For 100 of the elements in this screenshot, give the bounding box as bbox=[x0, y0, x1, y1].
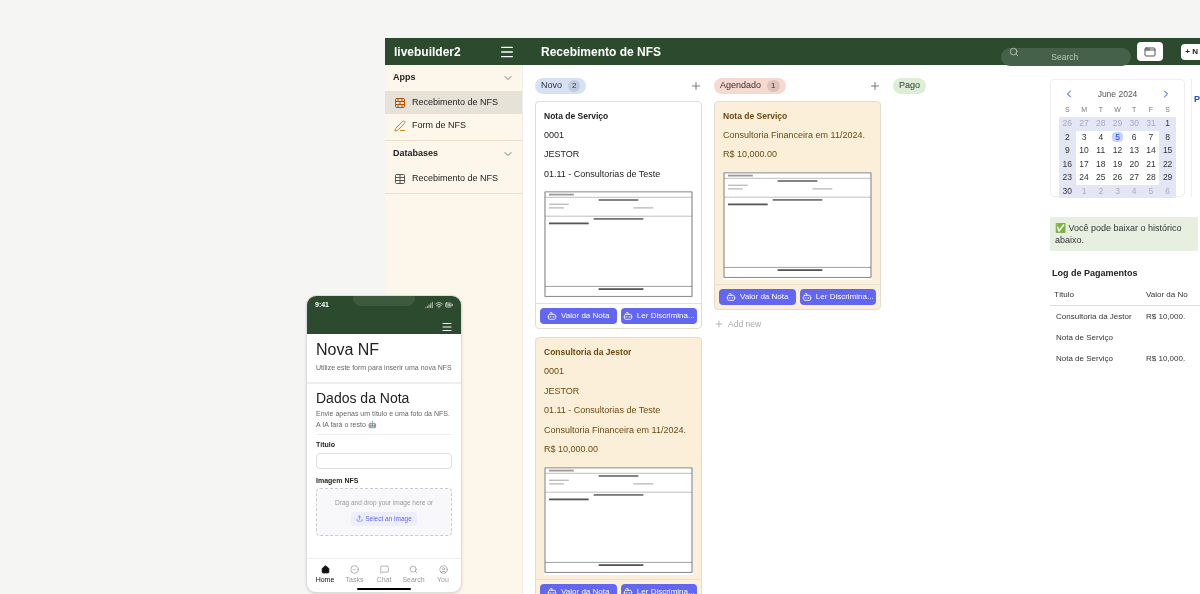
card-field: 01.11 - Consultorias de Teste bbox=[544, 404, 693, 418]
card-field: Consultoria Financeira em 11/2024. bbox=[723, 128, 872, 143]
month-label: June 2024 bbox=[1097, 88, 1138, 101]
ai-action-button[interactable]: Ler Discrimina... bbox=[620, 308, 697, 325]
kanban-card[interactable]: Consultoria da Jestor 0001 JESTOR 01.11 - Consultorias de Teste Consultoria Financeira em 11/2024. R$ 10,000.00 Valor da Nota Ler Discrimina... bbox=[535, 337, 702, 594]
bricks-icon bbox=[394, 96, 406, 109]
calendar-day[interactable]: 23 bbox=[1059, 171, 1076, 185]
input-field[interactable] bbox=[316, 452, 452, 469]
card-field: R$ 10,000.00 bbox=[723, 148, 872, 162]
search-icon bbox=[1009, 46, 1020, 57]
column-tag: Novo 2 bbox=[535, 78, 587, 94]
section-header: Apps bbox=[393, 71, 416, 85]
card-field: R$ 10,000.00 bbox=[544, 443, 693, 457]
window-icon bbox=[1144, 45, 1157, 58]
calendar-day[interactable]: 26 bbox=[1109, 171, 1126, 185]
calendar-day[interactable]: 15 bbox=[1159, 144, 1176, 158]
column-tag: Pago bbox=[893, 78, 927, 94]
card-field: Consultoria Financeira em 11/2024. bbox=[544, 423, 693, 437]
add-icon[interactable] bbox=[869, 80, 881, 92]
calendar-day[interactable]: 25 bbox=[1092, 171, 1110, 185]
ai-action-button[interactable]: Ler Discrimina... bbox=[620, 583, 697, 594]
section-title: Dados da Nota bbox=[316, 389, 411, 407]
view-toggle-button[interactable] bbox=[1137, 42, 1164, 61]
calendar-day[interactable]: 18 bbox=[1092, 157, 1110, 172]
ai-action-button[interactable]: Valor da Nota bbox=[719, 288, 796, 305]
calendar-day[interactable]: 14 bbox=[1142, 144, 1160, 158]
robot-icon bbox=[622, 586, 633, 594]
count-badge: 2 bbox=[568, 80, 581, 92]
panel-label: P bbox=[1194, 94, 1200, 104]
app-name: livebuilder2 bbox=[394, 43, 461, 61]
calendar-day[interactable]: 13 bbox=[1125, 144, 1143, 158]
calendar-day[interactable]: 6 bbox=[1125, 130, 1143, 145]
kanban-card[interactable]: Nota de Serviço Consultoria Financeira em 11/2024. R$ 10,000.00 Valor da Nota Ler Discrimina... bbox=[714, 101, 881, 310]
column-tag: Agendado 1 bbox=[714, 78, 786, 94]
calendar-day[interactable]: 12 bbox=[1109, 144, 1126, 158]
calendar-day[interactable]: 10 bbox=[1075, 144, 1093, 158]
robot-icon bbox=[801, 291, 812, 302]
search-icon bbox=[409, 564, 418, 574]
card-title: Nota de Serviço bbox=[723, 110, 789, 123]
calendar-day[interactable]: 11 bbox=[1092, 144, 1110, 158]
calendar-day[interactable]: 24 bbox=[1075, 171, 1093, 185]
upload-icon bbox=[356, 515, 364, 523]
phone-notch bbox=[353, 296, 415, 306]
calendar-day[interactable]: 27 bbox=[1125, 171, 1143, 185]
table-cell: R$ 10,000. bbox=[1146, 353, 1186, 365]
card-field: 0001 bbox=[544, 128, 693, 143]
pencil-icon bbox=[394, 119, 406, 132]
wifi-icon bbox=[435, 301, 443, 310]
card-field: 0001 bbox=[544, 365, 693, 379]
home-icon bbox=[320, 564, 330, 574]
calendar-day[interactable]: 1 bbox=[1159, 117, 1176, 131]
check-circle-icon bbox=[350, 564, 359, 574]
calendar-day[interactable]: 19 bbox=[1109, 157, 1126, 172]
signal-icon bbox=[425, 301, 433, 310]
kanban-card[interactable]: Nota de Serviço 0001 JESTOR 01.11 - Consultorias de Teste Valor da Nota Ler Discrimina... bbox=[535, 101, 702, 330]
robot-icon bbox=[547, 586, 558, 594]
robot-icon bbox=[622, 311, 633, 322]
user-icon bbox=[438, 564, 448, 574]
table-cell-text: Nota de Serviço bbox=[1055, 353, 1114, 365]
chat-icon bbox=[379, 564, 389, 574]
add-icon[interactable] bbox=[714, 319, 724, 330]
section-header: Databases bbox=[393, 147, 439, 161]
battery-icon bbox=[445, 301, 453, 310]
table-icon bbox=[394, 172, 406, 185]
calendar-day[interactable]: 29 bbox=[1159, 171, 1176, 185]
card-title: Nota de Serviço bbox=[544, 110, 610, 123]
card-field: JESTOR bbox=[544, 384, 693, 398]
table-cell-text: Consultoria da Jestor bbox=[1055, 311, 1133, 323]
column-header: Valor da No bbox=[1146, 288, 1188, 301]
calendar-day[interactable]: 17 bbox=[1075, 157, 1093, 172]
robot-icon bbox=[547, 311, 558, 322]
form-title: Nova NF bbox=[316, 340, 381, 360]
calendar-day[interactable]: 3 bbox=[1075, 130, 1093, 145]
page-title: Recebimento de NFS bbox=[541, 43, 663, 61]
success-notice: ✅ Você pode baixar o histórico abaixo. bbox=[1050, 217, 1198, 251]
calendar-day[interactable]: 7 bbox=[1142, 130, 1160, 145]
card-field: 01.11 - Consultorias de Teste bbox=[544, 167, 693, 182]
ai-action-button[interactable]: Valor da Nota bbox=[540, 308, 617, 325]
sidebar-item[interactable]: Recebimento de NFS bbox=[385, 167, 522, 190]
sidebar-item[interactable]: Recebimento de NFS bbox=[385, 91, 522, 114]
sidebar-item[interactable]: Form de NFS bbox=[385, 114, 522, 137]
count-badge: 1 bbox=[767, 80, 780, 92]
menu-icon[interactable] bbox=[441, 320, 453, 333]
robot-icon bbox=[726, 291, 737, 302]
table-cell: R$ 10,000. bbox=[1146, 311, 1186, 323]
log-title: Log de Pagamentos bbox=[1051, 267, 1139, 280]
table-cell-text: Nota de Serviço bbox=[1055, 332, 1114, 344]
new-button[interactable]: + N bbox=[1181, 43, 1200, 60]
add-icon[interactable] bbox=[690, 80, 702, 92]
card-field: JESTOR bbox=[544, 148, 693, 162]
column-header: Título bbox=[1053, 288, 1075, 301]
calendar-day[interactable]: 21 bbox=[1142, 157, 1160, 172]
calendar-day[interactable]: 4 bbox=[1092, 130, 1110, 145]
calendar-day[interactable]: 28 bbox=[1142, 171, 1160, 185]
search-field[interactable]: Search bbox=[1001, 47, 1132, 66]
calendar-day[interactable]: 5 bbox=[1109, 130, 1126, 145]
calendar-day[interactable]: 20 bbox=[1125, 157, 1143, 172]
calendar-day[interactable]: 9 bbox=[1059, 144, 1076, 158]
ai-action-button[interactable]: Ler Discrimina... bbox=[799, 288, 876, 305]
ai-action-button[interactable]: Valor da Nota bbox=[540, 583, 617, 594]
